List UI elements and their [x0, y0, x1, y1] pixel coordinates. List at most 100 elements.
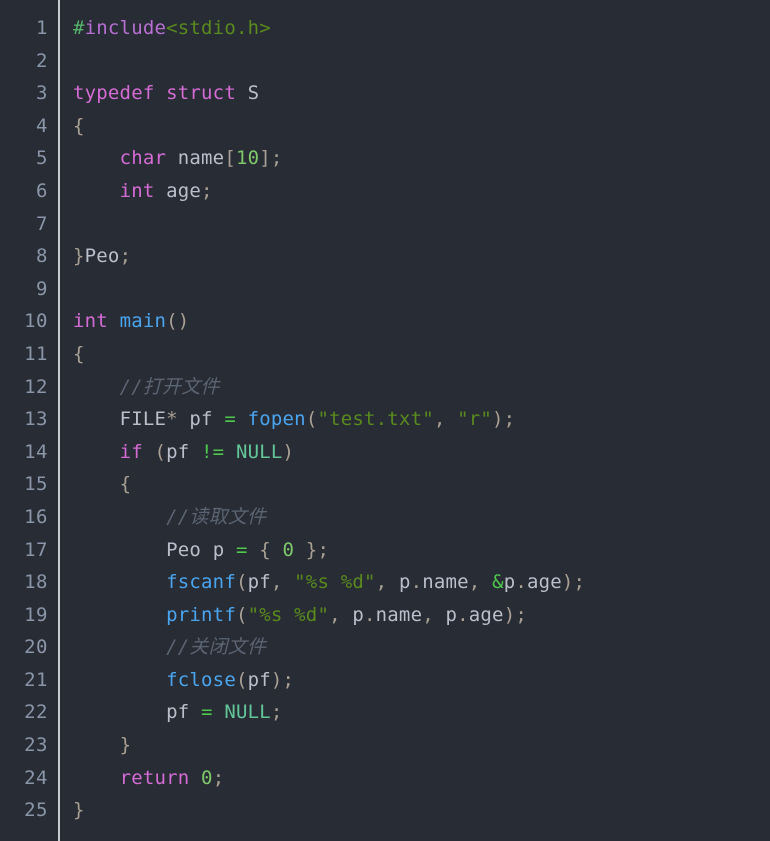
code-line[interactable]: {: [73, 468, 770, 501]
code-token: age: [526, 571, 562, 594]
code-line[interactable]: if (pf != NULL): [73, 436, 770, 469]
code-token: age: [468, 603, 504, 626]
code-token: name: [177, 147, 225, 170]
line-number: 18: [24, 571, 48, 594]
code-token: ;: [270, 701, 283, 724]
line-number: 19: [24, 603, 48, 626]
code-token: p: [398, 571, 411, 594]
code-token: );: [503, 603, 527, 626]
code-line[interactable]: printf("%s %d", p.name, p.age);: [73, 599, 770, 632]
code-line[interactable]: }: [73, 729, 770, 762]
code-line[interactable]: [73, 45, 770, 78]
code-line[interactable]: [73, 273, 770, 306]
code-token: !=: [201, 440, 225, 463]
code-line[interactable]: //关闭文件: [73, 631, 770, 664]
code-token: };: [294, 538, 330, 561]
code-token: .: [410, 571, 423, 594]
code-token: pf: [247, 571, 271, 594]
code-token: {: [73, 114, 85, 137]
code-token: FILE: [119, 408, 167, 431]
code-token: //读取文件: [166, 505, 267, 528]
line-number: 8: [36, 245, 48, 268]
code-token: p: [212, 538, 225, 561]
code-token: ,: [422, 603, 446, 626]
line-number: 24: [24, 766, 48, 789]
code-token: typedef: [73, 82, 155, 105]
code-token: *: [166, 408, 178, 431]
code-token: S: [247, 82, 260, 105]
line-number: 11: [24, 342, 48, 365]
line-number: 12: [24, 375, 48, 398]
code-line[interactable]: char name[10];: [73, 142, 770, 175]
code-line[interactable]: //读取文件: [73, 501, 770, 534]
code-line[interactable]: fclose(pf);: [73, 664, 770, 697]
code-token: ,: [329, 603, 353, 626]
code-line[interactable]: FILE* pf = fopen("test.txt", "r");: [73, 403, 770, 436]
code-token: #: [73, 17, 85, 39]
code-line[interactable]: {: [73, 110, 770, 143]
code-token: {: [259, 538, 283, 561]
code-line[interactable]: pf = NULL;: [73, 696, 770, 729]
code-token: ,: [468, 571, 493, 594]
code-token: include: [84, 17, 167, 39]
code-line[interactable]: #include<stdio.h>: [73, 12, 770, 45]
code-token: "%s %d": [247, 603, 330, 626]
line-number: 13: [24, 408, 48, 431]
code-token: .: [515, 571, 527, 594]
line-number: 25: [24, 799, 48, 822]
code-token: ,: [270, 571, 295, 594]
code-token: age: [166, 179, 202, 202]
line-number: 14: [24, 440, 48, 463]
code-token: }: [119, 734, 132, 757]
line-number: 15: [24, 473, 48, 496]
code-token: if: [119, 440, 143, 463]
code-line[interactable]: [73, 208, 770, 241]
code-token: Peo: [166, 538, 202, 561]
line-number: 6: [36, 179, 48, 202]
code-line[interactable]: Peo p = { 0 };: [73, 534, 770, 567]
code-token: ;: [119, 245, 132, 268]
code-content-area[interactable]: #include<stdio.h> typedef struct S { char…: [60, 12, 770, 827]
code-line[interactable]: typedef struct S: [73, 77, 770, 110]
code-token: pf: [247, 668, 271, 691]
line-number: 3: [36, 82, 48, 105]
code-line[interactable]: //打开文件: [73, 371, 770, 404]
code-token: 0: [282, 538, 295, 561]
code-line[interactable]: {: [73, 338, 770, 371]
code-line[interactable]: return 0;: [73, 762, 770, 795]
code-token: (: [235, 571, 248, 594]
code-line[interactable]: }Peo;: [73, 240, 770, 273]
code-line[interactable]: int main(): [73, 305, 770, 338]
code-token: (: [305, 408, 318, 431]
code-token: =: [235, 538, 248, 561]
code-line[interactable]: }: [73, 794, 770, 827]
code-token: NULL: [235, 440, 283, 463]
code-line[interactable]: fscanf(pf, "%s %d", p.name, &p.age);: [73, 566, 770, 599]
code-line[interactable]: int age;: [73, 175, 770, 208]
code-token: main: [119, 310, 167, 333]
code-token: 10: [235, 147, 260, 170]
code-editor[interactable]: 1 2 3 4 5 6 7 8 9 10 11 12 13 14 15 16 17 18 19 20 21 22 23 24 2…: [0, 0, 770, 841]
code-token: Peo: [84, 245, 120, 268]
code-token: (: [235, 668, 248, 691]
code-token: p: [445, 603, 458, 626]
